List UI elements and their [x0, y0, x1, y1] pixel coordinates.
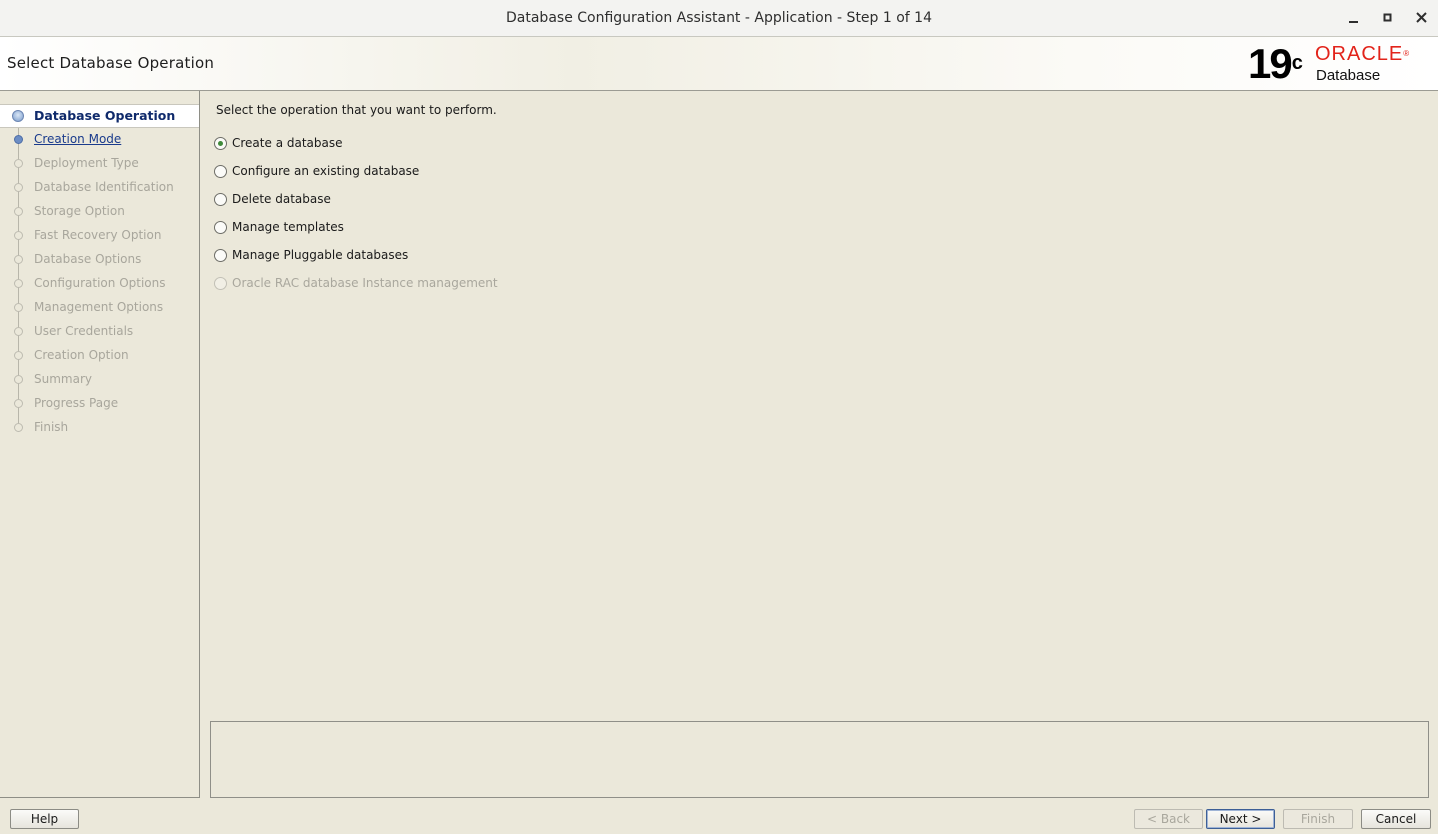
operation-prompt: Select the operation that you want to pe…	[216, 103, 497, 117]
window-titlebar: Database Configuration Assistant - Appli…	[0, 0, 1438, 37]
next-button[interactable]: Next >	[1206, 809, 1275, 829]
oracle-logo: 19c ORACLE® Database	[1248, 42, 1428, 86]
close-icon[interactable]	[1412, 8, 1432, 28]
sidebar-step-storage-option: Storage Option	[0, 200, 199, 222]
option-label[interactable]: Configure an existing database	[232, 164, 419, 178]
sidebar-step-label: Summary	[34, 372, 92, 386]
step-indicator-icon	[12, 110, 24, 122]
sidebar-step-creation-mode[interactable]: Creation Mode	[0, 128, 199, 150]
sidebar-step-label: Finish	[34, 420, 69, 434]
sidebar-step-configuration-options: Configuration Options	[0, 272, 199, 294]
step-indicator-icon	[14, 231, 23, 240]
step-indicator-icon	[14, 423, 23, 432]
back-button[interactable]: < Back	[1134, 809, 1203, 829]
step-indicator-icon	[14, 351, 23, 360]
sidebar-step-user-credentials: User Credentials	[0, 320, 199, 342]
steps-sidebar: Database Operation Creation Mode Deploymen…	[0, 91, 200, 798]
help-button[interactable]: Help	[10, 809, 79, 829]
step-indicator-icon	[14, 183, 23, 192]
option-delete-database[interactable]: Delete database	[214, 189, 331, 209]
radio-button[interactable]	[214, 248, 227, 262]
sidebar-step-label: Database Operation	[34, 108, 176, 123]
sidebar-step-label: Progress Page	[34, 396, 119, 410]
step-indicator-icon	[14, 159, 23, 168]
radio-button[interactable]	[214, 220, 227, 234]
sidebar-step-management-options: Management Options	[0, 296, 199, 318]
step-indicator-icon	[14, 303, 23, 312]
finish-button[interactable]: Finish	[1283, 809, 1353, 829]
sidebar-step-finish: Finish	[0, 416, 199, 438]
option-oracle-rac-database-instance-management: Oracle RAC database Instance management	[214, 273, 498, 293]
sidebar-step-label: Database Options	[34, 252, 142, 266]
sidebar-step-label: Creation Option	[34, 348, 129, 362]
step-indicator-icon	[14, 255, 23, 264]
step-indicator-icon	[14, 279, 23, 288]
radio-button[interactable]	[214, 192, 227, 206]
radio-button[interactable]	[214, 136, 227, 150]
logo-brand: ORACLE®	[1315, 43, 1411, 65]
sidebar-step-creation-option: Creation Option	[0, 344, 199, 366]
window-title: Database Configuration Assistant - Appli…	[506, 10, 932, 26]
logo-product: Database	[1316, 67, 1381, 84]
message-area	[210, 721, 1429, 798]
sidebar-step-label: Deployment Type	[34, 156, 139, 170]
sidebar-step-summary: Summary	[0, 368, 199, 390]
radio-button	[214, 276, 227, 290]
step-indicator-icon	[14, 375, 23, 384]
option-configure-an-existing-database[interactable]: Configure an existing database	[214, 161, 419, 181]
step-indicator-icon	[14, 399, 23, 408]
sidebar-step-label: Configuration Options	[34, 276, 166, 290]
radio-button[interactable]	[214, 164, 227, 178]
cancel-button[interactable]: Cancel	[1361, 809, 1431, 829]
option-manage-pluggable-databases[interactable]: Manage Pluggable databases	[214, 245, 408, 265]
option-label[interactable]: Manage templates	[232, 220, 344, 234]
main-panel: Select the operation that you want to pe…	[200, 91, 1438, 798]
sidebar-step-label: Storage Option	[34, 204, 125, 218]
sidebar-step-label: Management Options	[34, 300, 164, 314]
option-manage-templates[interactable]: Manage templates	[214, 217, 344, 237]
minimize-icon[interactable]	[1344, 8, 1364, 28]
sidebar-step-label: Creation Mode	[34, 132, 122, 146]
sidebar-step-database-options: Database Options	[0, 248, 199, 270]
sidebar-step-fast-recovery-option: Fast Recovery Option	[0, 224, 199, 246]
sidebar-step-label: User Credentials	[34, 324, 134, 338]
sidebar-step-progress-page: Progress Page	[0, 392, 199, 414]
sidebar-step-deployment-type: Deployment Type	[0, 152, 199, 174]
step-indicator-icon	[14, 327, 23, 336]
step-indicator-icon	[14, 207, 23, 216]
page-header: Select Database Operation 19c ORACLE® Da…	[0, 37, 1438, 91]
sidebar-step-database-operation[interactable]: Database Operation	[0, 104, 199, 128]
sidebar-step-database-identification: Database Identification	[0, 176, 199, 198]
sidebar-step-label: Fast Recovery Option	[34, 228, 162, 242]
option-label[interactable]: Manage Pluggable databases	[232, 248, 408, 262]
option-label[interactable]: Delete database	[232, 192, 331, 206]
option-label[interactable]: Create a database	[232, 136, 343, 150]
option-create-a-database[interactable]: Create a database	[214, 133, 343, 153]
step-indicator-icon	[14, 135, 23, 144]
maximize-icon[interactable]	[1378, 8, 1398, 28]
option-label: Oracle RAC database Instance management	[232, 276, 498, 290]
sidebar-step-label: Database Identification	[34, 180, 174, 194]
logo-version: 19c	[1248, 40, 1303, 87]
page-title: Select Database Operation	[7, 54, 215, 72]
